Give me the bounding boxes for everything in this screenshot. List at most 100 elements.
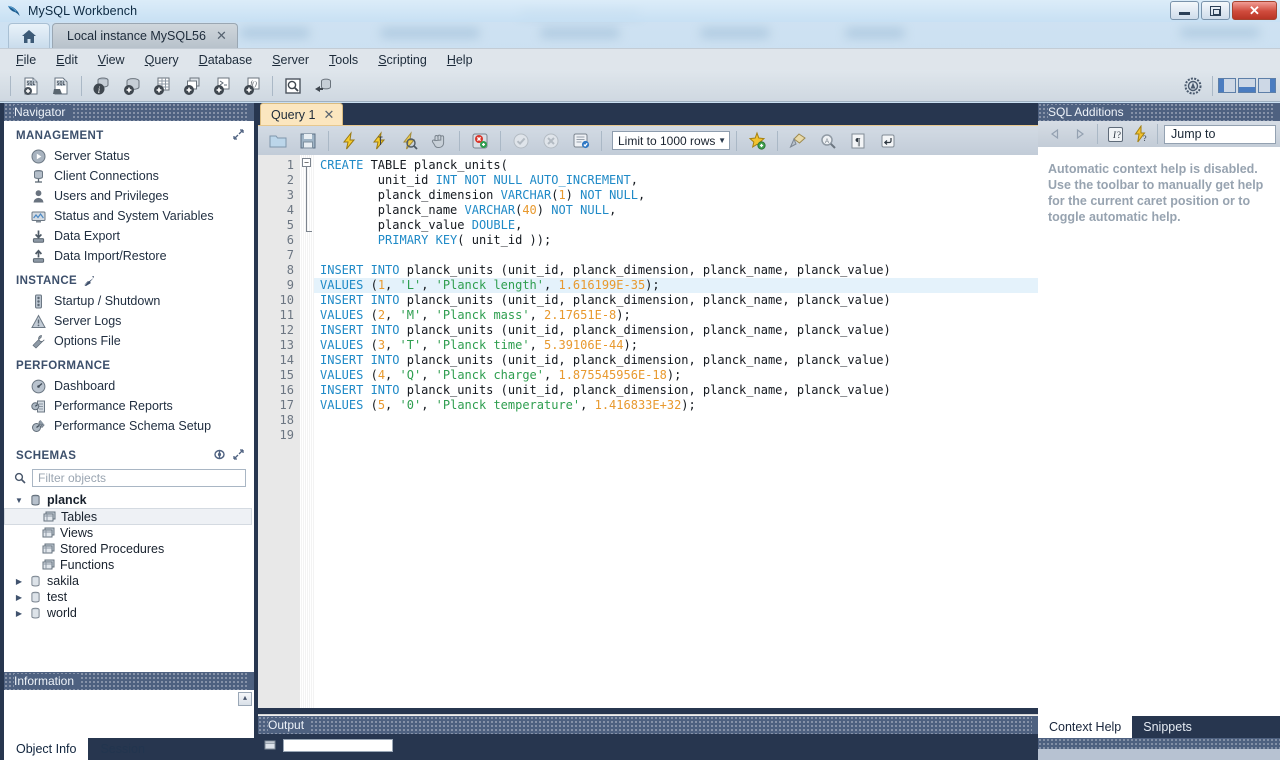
- search-data-icon[interactable]: [279, 73, 307, 99]
- code-line[interactable]: unit_id INT NOT NULL AUTO_INCREMENT,: [314, 173, 1038, 188]
- create-view-icon[interactable]: [178, 73, 206, 99]
- sidebar-item-status-and-system-variables[interactable]: Status and System Variables: [4, 206, 254, 226]
- output-mode-icon[interactable]: [264, 739, 277, 751]
- menu-item-scripting[interactable]: Scripting: [368, 50, 437, 70]
- code-line[interactable]: [314, 413, 1038, 428]
- execute-icon[interactable]: [335, 128, 363, 154]
- open-sql-script-icon[interactable]: SQL: [47, 73, 75, 99]
- menu-item-tools[interactable]: Tools: [319, 50, 368, 70]
- menu-item-view[interactable]: View: [88, 50, 135, 70]
- code-line[interactable]: INSERT INTO planck_units (unit_id, planc…: [314, 353, 1038, 368]
- forward-arrow-icon[interactable]: [1069, 121, 1091, 147]
- context-help-icon[interactable]: I?: [1104, 121, 1126, 147]
- code-line[interactable]: planck_value DOUBLE,: [314, 218, 1038, 233]
- new-sql-tab-icon[interactable]: SQL: [17, 73, 45, 99]
- wrap-lines-icon[interactable]: [874, 128, 902, 154]
- code-line[interactable]: INSERT INTO planck_units (unit_id, planc…: [314, 383, 1038, 398]
- code-line[interactable]: planck_dimension VARCHAR(1) NOT NULL,: [314, 188, 1038, 203]
- connection-tab[interactable]: Local instance MySQL56 ✕: [52, 23, 238, 48]
- menu-item-edit[interactable]: Edit: [46, 50, 88, 70]
- schema-child-stored-procedures[interactable]: Stored Procedures: [4, 541, 254, 557]
- sidebar-item-performance-reports[interactable]: Performance Reports: [4, 396, 254, 416]
- sidebar-item-data-export[interactable]: Data Export: [4, 226, 254, 246]
- code-line[interactable]: VALUES (3, 'T', 'Planck time', 5.39106E-…: [314, 338, 1038, 353]
- home-tab[interactable]: [8, 23, 50, 48]
- code-line[interactable]: VALUES (4, 'Q', 'Planck charge', 1.87554…: [314, 368, 1038, 383]
- sidebar-item-client-connections[interactable]: Client Connections: [4, 166, 254, 186]
- stop-icon[interactable]: [425, 128, 453, 154]
- menu-item-file[interactable]: FFileile: [6, 50, 46, 70]
- autocommit-icon[interactable]: [567, 128, 595, 154]
- reconnect-server-icon[interactable]: [309, 73, 337, 99]
- toggle-stop-on-error-icon[interactable]: [466, 128, 494, 154]
- schema-child-views[interactable]: Views: [4, 525, 254, 541]
- code-line[interactable]: PRIMARY KEY( unit_id ));: [314, 233, 1038, 248]
- filter-objects-input[interactable]: Filter objects: [32, 469, 246, 487]
- minimize-button[interactable]: [1170, 1, 1199, 20]
- create-procedure-icon[interactable]: [208, 73, 236, 99]
- output-filter-field[interactable]: [283, 738, 393, 752]
- code-line[interactable]: INSERT INTO planck_units (unit_id, planc…: [314, 323, 1038, 338]
- menu-item-server[interactable]: Server: [262, 50, 319, 70]
- sql-editor[interactable]: 1 2 3 4 5 6 7 8 9 10 11 12 13 14 15 16 17 18 19 − CREATE T…: [258, 155, 1038, 708]
- sidebar-item-dashboard[interactable]: Dashboard: [4, 376, 254, 396]
- help-icon[interactable]: [1179, 73, 1207, 99]
- menu-item-query[interactable]: Query: [135, 50, 189, 70]
- menu-item-help[interactable]: Help: [437, 50, 483, 70]
- schema-child-functions[interactable]: Functions: [4, 557, 254, 573]
- chevron-down-icon[interactable]: ▼: [14, 496, 24, 505]
- create-table-icon[interactable]: [148, 73, 176, 99]
- sidebar-item-server-status[interactable]: Server Status: [4, 146, 254, 166]
- code-line[interactable]: VALUES (2, 'M', 'Planck mass', 2.17651E-…: [314, 308, 1038, 323]
- code-line[interactable]: INSERT INTO planck_units (unit_id, planc…: [314, 263, 1038, 278]
- menu-item-database[interactable]: Database: [189, 50, 263, 70]
- toggle-output-icon[interactable]: [1238, 78, 1256, 93]
- back-arrow-icon[interactable]: [1044, 121, 1066, 147]
- sidebar-item-data-import-restore[interactable]: Data Import/Restore: [4, 246, 254, 266]
- expand-schemas-icon[interactable]: [233, 449, 244, 460]
- auto-help-toggle-icon[interactable]: ?: [1129, 121, 1151, 147]
- open-file-icon[interactable]: [264, 128, 292, 154]
- code-line[interactable]: INSERT INTO planck_units (unit_id, planc…: [314, 293, 1038, 308]
- connection-info-icon[interactable]: i: [88, 73, 116, 99]
- create-schema-icon[interactable]: [118, 73, 146, 99]
- code-line[interactable]: CREATE TABLE planck_units(: [314, 158, 1038, 173]
- information-expand-button[interactable]: ▴: [238, 692, 252, 706]
- toggle-secondary-sidebar-icon[interactable]: [1258, 78, 1276, 93]
- beautify-icon[interactable]: [743, 128, 771, 154]
- fold-marker-column[interactable]: −: [300, 155, 314, 708]
- query-tab-1[interactable]: Query 1 ✕: [260, 103, 344, 125]
- toggle-sidebar-icon[interactable]: [1218, 78, 1236, 93]
- code-line[interactable]: VALUES (5, '0', 'Planck temperature', 1.…: [314, 398, 1038, 413]
- close-icon[interactable]: ✕: [216, 28, 227, 44]
- close-button[interactable]: ✕: [1232, 1, 1277, 20]
- management-expand-icon[interactable]: [233, 129, 244, 140]
- schema-node-sakila[interactable]: ▶ sakila: [4, 573, 254, 589]
- save-file-icon[interactable]: [294, 128, 322, 154]
- execute-current-icon[interactable]: [365, 128, 393, 154]
- show-invisible-icon[interactable]: ¶: [844, 128, 872, 154]
- instance-config-icon[interactable]: [83, 275, 95, 287]
- clear-icon[interactable]: [784, 128, 812, 154]
- tab-session[interactable]: Session: [88, 738, 156, 760]
- row-limit-select[interactable]: Limit to 1000 rows ▼: [612, 131, 730, 150]
- sidebar-item-users-and-privileges[interactable]: Users and Privileges: [4, 186, 254, 206]
- refresh-schemas-icon[interactable]: [213, 449, 226, 460]
- jump-to-input[interactable]: Jump to: [1164, 124, 1276, 144]
- create-function-icon[interactable]: f(): [238, 73, 266, 99]
- sidebar-item-performance-schema-setup[interactable]: Performance Schema Setup: [4, 416, 254, 436]
- schema-child-tables[interactable]: Tables: [4, 508, 252, 525]
- schema-node-planck[interactable]: ▼ planck: [4, 492, 254, 508]
- commit-icon[interactable]: [507, 128, 535, 154]
- chevron-right-icon[interactable]: ▶: [14, 593, 24, 602]
- sidebar-item-server-logs[interactable]: Server Logs: [4, 311, 254, 331]
- fold-toggle-icon[interactable]: −: [302, 158, 311, 167]
- code-line[interactable]: VALUES (1, 'L', 'Planck length', 1.61619…: [314, 278, 1038, 293]
- sidebar-item-options-file[interactable]: Options File: [4, 331, 254, 351]
- schema-node-test[interactable]: ▶ test: [4, 589, 254, 605]
- explain-icon[interactable]: [395, 128, 423, 154]
- maximize-button[interactable]: [1201, 1, 1230, 20]
- schema-node-world[interactable]: ▶ world: [4, 605, 254, 621]
- close-icon[interactable]: ✕: [323, 107, 334, 123]
- chevron-down-icon[interactable]: ▼: [718, 136, 726, 145]
